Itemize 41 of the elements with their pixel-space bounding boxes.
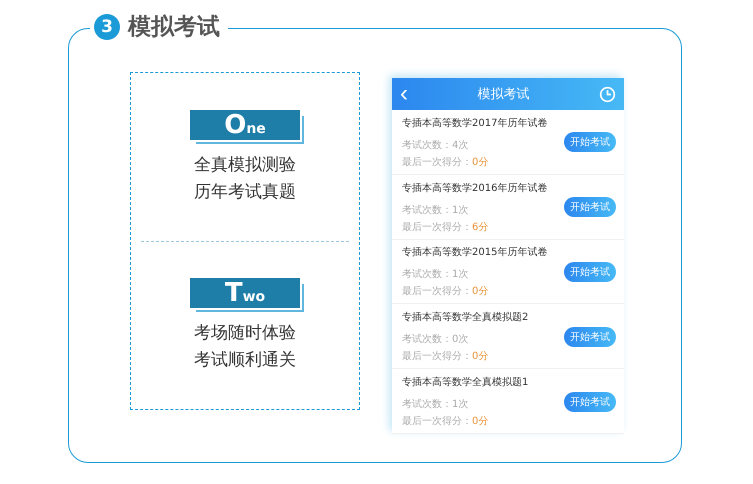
feature-badge: One bbox=[190, 110, 300, 140]
feature-badge: Two bbox=[190, 278, 300, 308]
attempt-count: 1次 bbox=[452, 204, 468, 216]
feature-text: 全真模拟测验 bbox=[194, 154, 296, 177]
screen-title: 模拟考试 bbox=[478, 86, 530, 103]
attempt-label: 考试次数： bbox=[402, 269, 452, 280]
step-number: 3 bbox=[94, 14, 120, 40]
start-exam-button[interactable]: 开始考试 bbox=[564, 326, 616, 347]
exam-title: 专插本高等数学2016年历年试卷 bbox=[402, 182, 548, 195]
attempt-label: 考试次数： bbox=[402, 140, 452, 151]
start-exam-button[interactable]: 开始考试 bbox=[564, 392, 616, 412]
attempt-label: 考试次数： bbox=[402, 334, 452, 346]
score-label: 最后一次得分： bbox=[402, 351, 472, 362]
attempt-label: 考试次数： bbox=[402, 399, 452, 410]
attempt-count: 1次 bbox=[452, 399, 468, 410]
start-exam-button[interactable]: 开始考试 bbox=[564, 197, 616, 218]
exam-title: 专插本高等数学2015年历年试卷 bbox=[402, 246, 548, 260]
attempt-count: 4次 bbox=[452, 140, 468, 151]
attempt-label: 考试次数： bbox=[402, 204, 452, 216]
start-exam-button[interactable]: 开始考试 bbox=[564, 132, 616, 152]
back-button[interactable]: ‹ bbox=[400, 82, 408, 106]
score-value: 0分 bbox=[472, 416, 488, 428]
score-label: 最后一次得分： bbox=[402, 156, 472, 168]
score-label: 最后一次得分： bbox=[402, 286, 472, 298]
score-value: 0分 bbox=[472, 286, 488, 298]
score-value: 6分 bbox=[472, 222, 488, 233]
feature-text: 考场随时体验 bbox=[194, 322, 296, 346]
feature-text: 考试顺利通关 bbox=[194, 349, 296, 372]
attempt-count: 0次 bbox=[452, 334, 468, 346]
score-value: 0分 bbox=[472, 156, 488, 168]
exam-title: 专插本高等数学全真模拟题1 bbox=[402, 376, 528, 390]
score-label: 最后一次得分： bbox=[402, 222, 472, 233]
attempt-count: 1次 bbox=[452, 269, 468, 280]
section-title: 模拟考试 bbox=[128, 13, 220, 42]
exam-title: 专插本高等数学全真模拟题2 bbox=[402, 310, 528, 324]
exam-title: 专插本高等数学2017年历年试卷 bbox=[402, 116, 548, 130]
start-exam-button[interactable]: 开始考试 bbox=[564, 262, 616, 282]
score-label: 最后一次得分： bbox=[402, 416, 472, 428]
feature-text: 历年考试真题 bbox=[194, 180, 296, 204]
clock-icon[interactable] bbox=[599, 86, 616, 102]
score-value: 0分 bbox=[472, 351, 488, 362]
